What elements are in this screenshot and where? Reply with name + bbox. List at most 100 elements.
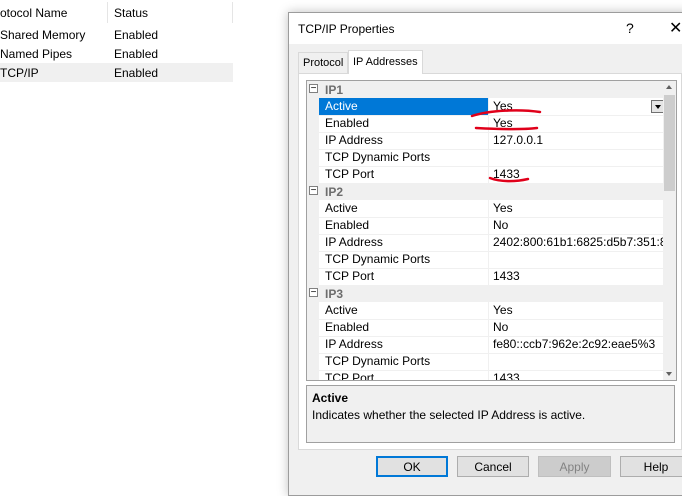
row-gutter [307,336,319,353]
property-name: Enabled [319,217,489,234]
property-value[interactable]: Yes [489,115,663,132]
close-icon[interactable]: ✕ [669,18,682,38]
property-row-tcp-port[interactable]: TCP Port 1433 [307,166,663,184]
property-grid-scrollbar[interactable] [663,81,676,380]
row-gutter [307,98,319,115]
help-button[interactable]: Help [620,456,682,477]
category-label: IP2 [325,185,344,199]
property-row-tcp-port[interactable]: TCP Port 1433 [307,370,663,380]
property-row-ip-address[interactable]: IP Address fe80::ccb7:962e:2c92:eae5%3 [307,336,663,354]
property-value[interactable]: 1433 [489,166,663,183]
row-gutter [307,234,319,251]
row-gutter [307,302,319,319]
column-header-status[interactable]: Status [114,6,148,20]
scroll-thumb[interactable] [664,95,675,191]
scroll-down-icon[interactable] [663,368,676,380]
column-header-protocol-name[interactable]: otocol Name [0,6,67,20]
help-icon[interactable]: ? [626,20,634,36]
property-row-ip-address[interactable]: IP Address 127.0.0.1 [307,132,663,150]
property-row-enabled[interactable]: Enabled Yes [307,115,663,133]
property-row-active[interactable]: Active Yes [307,98,665,116]
property-row-enabled[interactable]: Enabled No [307,319,663,337]
column-separator[interactable] [107,2,108,23]
row-gutter [307,268,319,285]
dialog-title: TCP/IP Properties [298,22,395,36]
scroll-up-icon[interactable] [663,81,676,93]
protocol-status: Enabled [114,66,159,80]
property-name: Enabled [319,115,489,132]
property-value[interactable] [489,353,663,370]
description-title: Active [312,391,349,405]
property-value[interactable]: No [489,319,663,336]
property-row-tcp-dynamic-ports[interactable]: TCP Dynamic Ports [307,149,663,167]
property-value[interactable]: Yes [489,302,663,319]
protocol-name: Shared Memory [0,28,86,42]
cancel-button[interactable]: Cancel [457,456,529,477]
property-name: TCP Port [319,370,489,380]
row-gutter [307,166,319,183]
apply-button[interactable]: Apply [538,456,611,477]
protocol-name: TCP/IP [0,66,39,80]
protocol-name: Named Pipes [0,47,73,61]
protocol-row-named-pipes[interactable]: Named Pipes Enabled [0,44,233,63]
tab-ip-addresses[interactable]: IP Addresses [348,50,423,74]
property-name: TCP Dynamic Ports [319,353,489,370]
row-gutter [307,370,319,380]
property-name: IP Address [319,336,489,353]
row-gutter [307,115,319,132]
ip-addresses-panel: − IP1 Active Yes Enabled Yes IP Address 127.0.0… [298,73,682,450]
protocol-row-shared-memory[interactable]: Shared Memory Enabled [0,25,233,44]
property-value[interactable]: 1433 [489,370,663,380]
collapse-icon[interactable]: − [309,84,318,94]
protocol-list-header: otocol Name Status [0,0,235,25]
property-row-tcp-port[interactable]: TCP Port 1433 [307,268,663,286]
category-ip3[interactable]: − IP3 [307,285,663,302]
dialog-titlebar[interactable]: TCP/IP Properties ? ✕ [289,13,682,44]
category-ip1[interactable]: − IP1 [307,81,663,98]
row-gutter [307,149,319,166]
tcp-ip-properties-dialog: TCP/IP Properties ? ✕ Protocol IP Addres… [288,12,682,496]
property-value[interactable]: 1433 [489,268,663,285]
property-name: Active [319,98,489,115]
protocol-status: Enabled [114,47,159,61]
property-value[interactable]: 127.0.0.1 [489,132,663,149]
category-label: IP3 [325,287,344,301]
row-gutter [307,217,319,234]
property-value[interactable] [489,149,663,166]
protocol-row-tcp-ip[interactable]: TCP/IP Enabled [0,63,233,82]
protocol-list: otocol Name Status Shared Memory Enabled… [0,0,235,495]
category-label: IP1 [325,83,344,97]
property-name: Active [319,302,489,319]
protocol-status: Enabled [114,28,159,42]
property-name: IP Address [319,132,489,149]
row-gutter [307,132,319,149]
property-row-active[interactable]: Active Yes [307,302,663,320]
property-name: TCP Port [319,166,489,183]
property-row-tcp-dynamic-ports[interactable]: TCP Dynamic Ports [307,251,663,269]
property-row-ip-address[interactable]: IP Address 2402:800:61b1:6825:d5b7:351:8f… [307,234,663,252]
property-row-active[interactable]: Active Yes [307,200,663,218]
property-name: TCP Dynamic Ports [319,149,489,166]
property-value[interactable]: 2402:800:61b1:6825:d5b7:351:8ff [489,234,663,251]
property-value[interactable]: fe80::ccb7:962e:2c92:eae5%3 [489,336,663,353]
property-value[interactable]: Yes [489,200,663,217]
ok-button[interactable]: OK [376,456,448,477]
row-gutter [307,353,319,370]
property-grid: − IP1 Active Yes Enabled Yes IP Address 127.0.0… [306,80,677,381]
property-name: Enabled [319,319,489,336]
tab-protocol[interactable]: Protocol [298,52,349,73]
collapse-icon[interactable]: − [309,186,318,196]
row-gutter [307,319,319,336]
property-value[interactable]: Yes [489,98,663,115]
column-separator[interactable] [232,2,233,23]
property-value[interactable]: No [489,217,663,234]
collapse-icon[interactable]: − [309,288,318,298]
property-value[interactable] [489,251,663,268]
property-row-tcp-dynamic-ports[interactable]: TCP Dynamic Ports [307,353,663,371]
row-gutter [307,200,319,217]
property-row-enabled[interactable]: Enabled No [307,217,663,235]
category-ip2[interactable]: − IP2 [307,183,663,200]
property-name: TCP Dynamic Ports [319,251,489,268]
description-text: Indicates whether the selected IP Addres… [312,408,586,422]
property-name: Active [319,200,489,217]
